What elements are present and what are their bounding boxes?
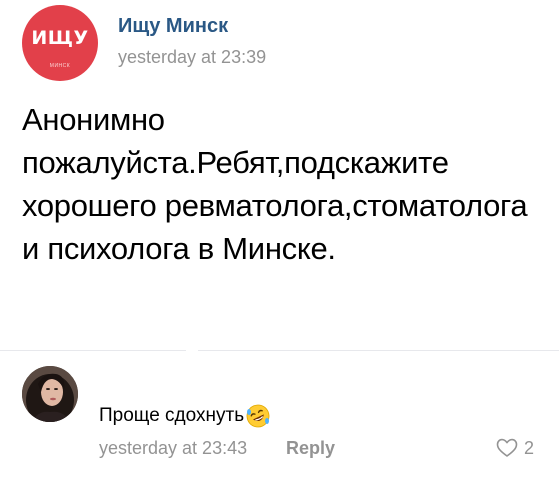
- commenter-photo-icon: [22, 366, 78, 422]
- post-header: ИЩУ МИНСК Ищу Минск yesterday at 23:39: [22, 5, 542, 85]
- like-count: 2: [524, 437, 535, 458]
- group-avatar-logo-subtext: МИНСК: [49, 63, 71, 69]
- comment-timestamp[interactable]: yesterday at 23:43: [99, 438, 247, 459]
- like-button[interactable]: 2: [496, 436, 534, 460]
- group-avatar[interactable]: ИЩУ МИНСК: [22, 5, 98, 81]
- heart-outline-icon: [496, 438, 518, 457]
- comment-text-line: Проще сдохнуть: [99, 403, 271, 429]
- commenter-avatar[interactable]: [22, 366, 78, 422]
- reply-button[interactable]: Reply: [286, 438, 335, 459]
- post-text: Анонимно пожалуйста.Ребят,подскажите хор…: [22, 102, 528, 266]
- group-name-link[interactable]: Ищу Минск: [118, 15, 228, 38]
- rolling-on-floor-laughing-emoji-icon: [246, 404, 270, 428]
- group-avatar-logo-text: ИЩУ: [31, 27, 89, 49]
- post-timestamp[interactable]: yesterday at 23:39: [118, 47, 266, 68]
- divider-notch: [186, 348, 198, 352]
- comment-text: Проще сдохнуть: [99, 405, 245, 426]
- commenter-name[interactable]: [99, 383, 189, 397]
- comments-divider: [0, 350, 559, 351]
